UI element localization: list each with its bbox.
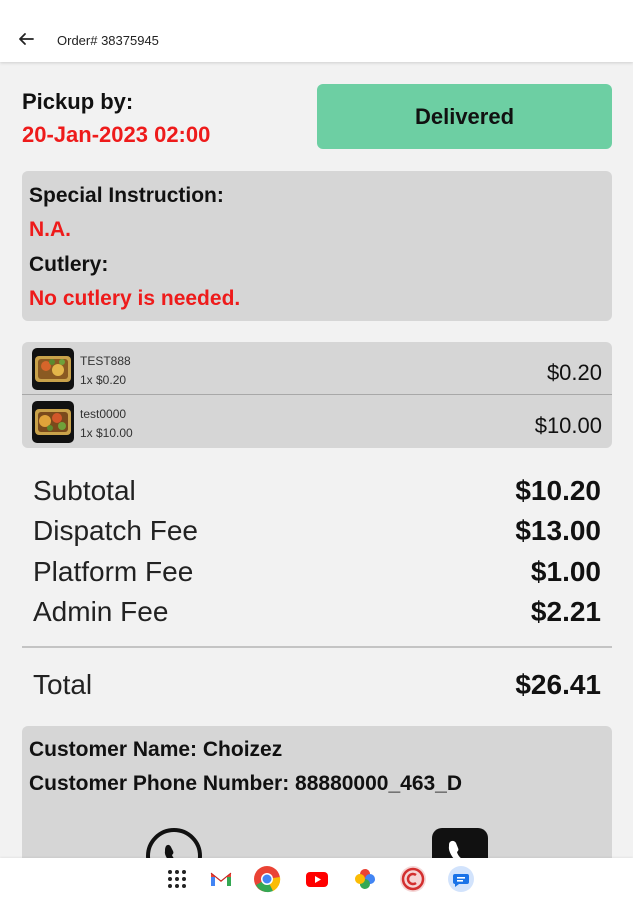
food-thumbnail — [32, 401, 74, 443]
cutlery-label: Cutlery: — [29, 253, 109, 276]
messages-icon[interactable] — [447, 865, 475, 893]
dispatch-fee-row: Dispatch Fee $13.00 — [33, 515, 601, 555]
customer-phone: Customer Phone Number: 88880000_463_D — [29, 772, 463, 795]
youtube-icon[interactable] — [303, 865, 331, 893]
fee-label: Dispatch Fee — [33, 515, 198, 546]
list-item[interactable]: test0000 1x $10.00 $10.00 — [22, 395, 612, 448]
total-row: Total $26.41 — [33, 669, 601, 709]
platform-fee-row: Platform Fee $1.00 — [33, 556, 601, 596]
pickup-time: 20-Jan-2023 02:00 — [22, 122, 211, 147]
item-quantity: 1x $0.20 — [80, 373, 127, 387]
total-label: Total — [33, 669, 93, 700]
fee-label: Platform Fee — [33, 556, 194, 587]
item-quantity: 1x $10.00 — [80, 426, 133, 440]
list-item[interactable]: TEST888 1x $0.20 $0.20 — [22, 342, 612, 395]
special-instruction-value: N.A. — [29, 218, 71, 241]
fee-value: $10.20 — [515, 475, 601, 506]
back-arrow-icon[interactable] — [14, 27, 38, 51]
instructions-card: Special Instruction: N.A. Cutlery: No cu… — [22, 171, 612, 321]
subtotal-row: Subtotal $10.20 — [33, 475, 601, 515]
order-title: Order# 38375945 — [57, 33, 159, 48]
fee-value: $2.21 — [530, 596, 601, 627]
item-name: test0000 — [80, 407, 127, 421]
system-nav-bar — [0, 858, 633, 900]
gmail-icon[interactable] — [207, 865, 235, 893]
item-price: $0.20 — [546, 360, 602, 385]
app-bar: Order# 38375945 — [0, 0, 633, 62]
fee-value: $1.00 — [530, 556, 601, 587]
chrome-icon[interactable] — [253, 865, 281, 893]
fee-value: $13.00 — [515, 515, 601, 546]
item-price: $10.00 — [534, 413, 602, 438]
status-button[interactable]: Delivered — [317, 84, 612, 149]
fee-label: Admin Fee — [33, 596, 169, 627]
food-thumbnail — [32, 348, 74, 390]
cutlery-value: No cutlery is needed. — [29, 287, 241, 310]
pickup-label: Pickup by: — [22, 89, 134, 114]
total-value: $26.41 — [515, 669, 601, 700]
special-instruction-label: Special Instruction: — [29, 184, 224, 207]
customer-name: Customer Name: Choizez — [29, 738, 283, 761]
item-name: TEST888 — [80, 354, 131, 368]
divider — [22, 646, 612, 648]
app-icon[interactable] — [399, 865, 427, 893]
admin-fee-row: Admin Fee $2.21 — [33, 596, 601, 636]
fee-label: Subtotal — [33, 475, 136, 506]
order-items-card: TEST888 1x $0.20 $0.20 test0000 1x $10.0… — [22, 342, 612, 448]
photos-icon[interactable] — [351, 865, 379, 893]
app-grid-icon[interactable] — [163, 865, 191, 893]
